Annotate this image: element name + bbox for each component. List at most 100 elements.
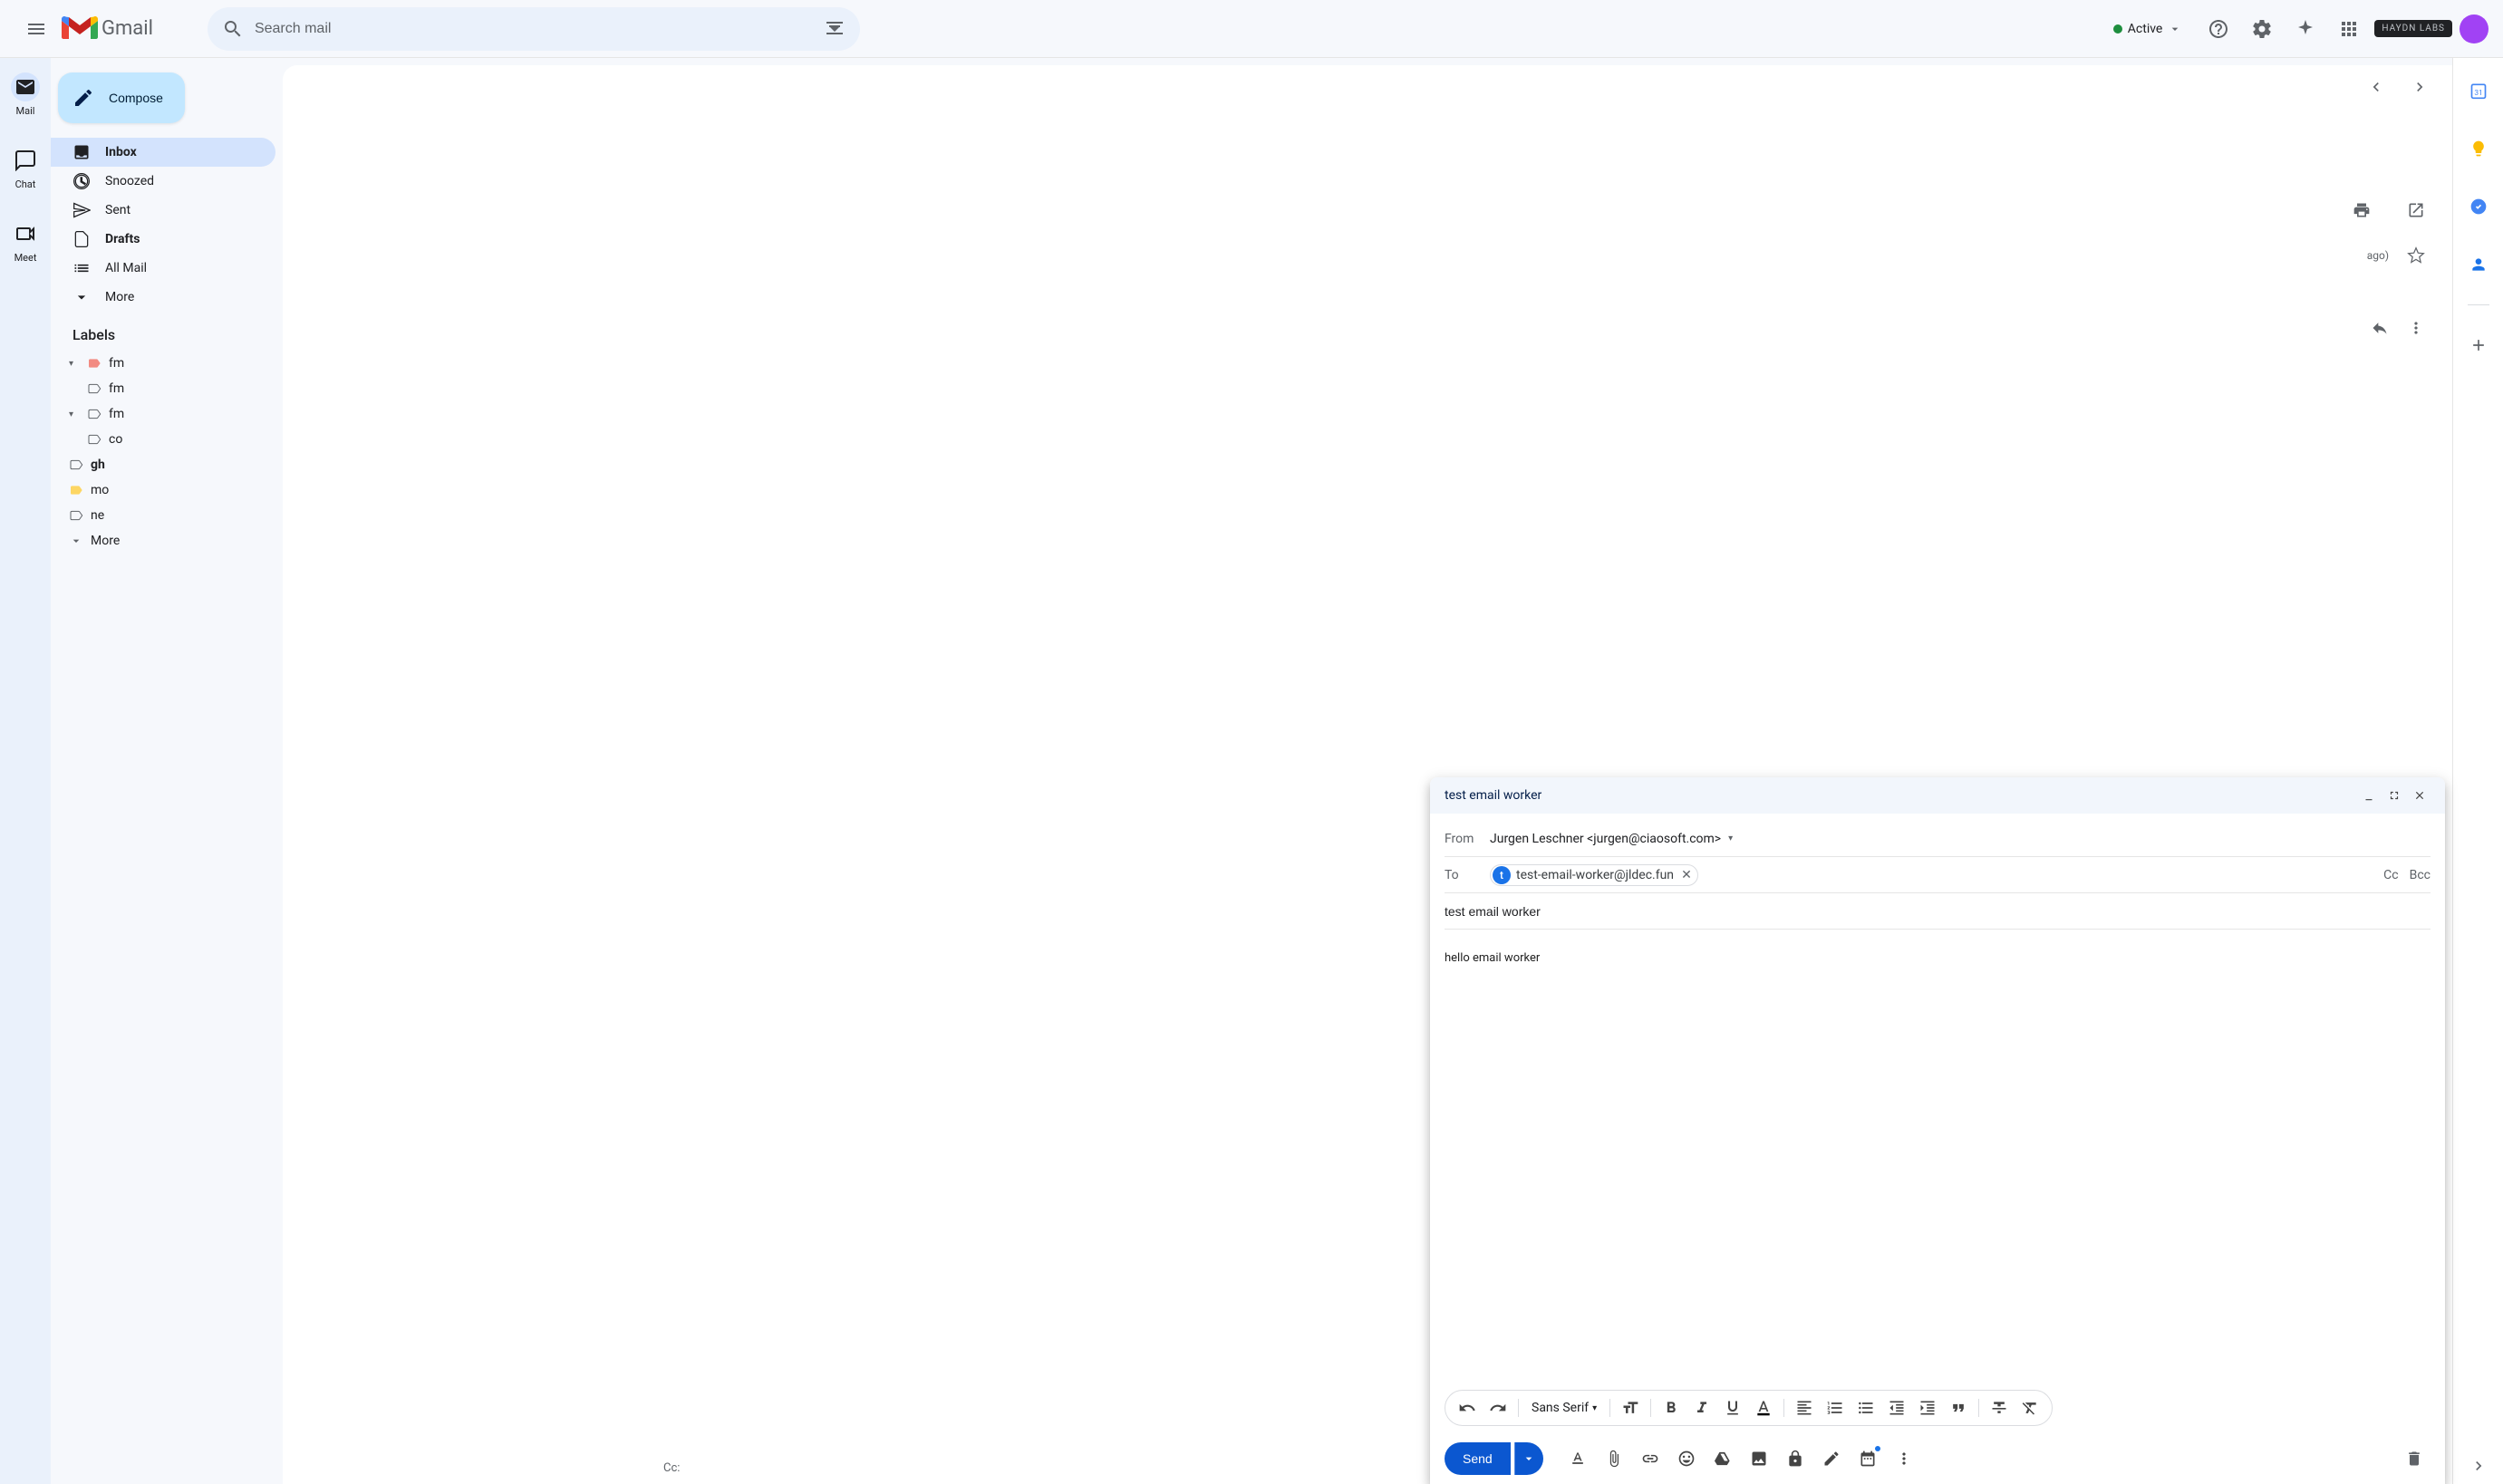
label-tag-icon xyxy=(69,508,83,523)
attach-icon[interactable] xyxy=(1598,1442,1630,1475)
close-icon[interactable] xyxy=(2409,785,2431,806)
undo-icon[interactable] xyxy=(1453,1393,1482,1422)
confidential-icon[interactable] xyxy=(1779,1442,1812,1475)
help-icon[interactable] xyxy=(2200,11,2237,47)
settings-icon[interactable] xyxy=(2244,11,2280,47)
delete-draft-icon[interactable] xyxy=(2398,1442,2431,1475)
strikethrough-icon[interactable] xyxy=(1985,1393,2014,1422)
print-icon[interactable] xyxy=(2344,192,2380,228)
compose-button-label: Compose xyxy=(109,91,163,105)
stack-icon xyxy=(72,259,91,277)
search-options-icon[interactable] xyxy=(824,18,846,40)
send-options-button[interactable] xyxy=(1514,1442,1543,1475)
sparkle-icon[interactable] xyxy=(2287,11,2324,47)
redo-icon[interactable] xyxy=(1483,1393,1512,1422)
label-text: fm xyxy=(109,407,124,421)
contacts-addon-icon[interactable] xyxy=(2460,246,2497,283)
image-icon[interactable] xyxy=(1743,1442,1775,1475)
label-fm-2[interactable]: fm xyxy=(51,376,275,401)
prev-page-icon[interactable] xyxy=(2358,69,2394,105)
open-new-icon[interactable] xyxy=(2398,192,2434,228)
bcc-link[interactable]: Bcc xyxy=(2410,868,2431,882)
sidebar-more[interactable]: More xyxy=(51,283,275,312)
reply-icon[interactable] xyxy=(2371,319,2389,337)
collapse-panel-icon[interactable] xyxy=(2460,1448,2497,1484)
compose-button[interactable]: Compose xyxy=(58,72,185,123)
fullscreen-icon[interactable] xyxy=(2383,785,2405,806)
sidebar-drafts-label: Drafts xyxy=(105,232,140,246)
sidebar-inbox[interactable]: Inbox xyxy=(51,138,275,167)
search-input[interactable] xyxy=(255,21,813,37)
star-icon[interactable] xyxy=(2407,246,2425,265)
labels-more-text: More xyxy=(91,534,120,548)
sidebar-drafts[interactable]: Drafts xyxy=(51,225,275,254)
quote-icon[interactable] xyxy=(1944,1393,1973,1422)
subject-input[interactable] xyxy=(1445,897,2431,926)
underline-icon[interactable] xyxy=(1718,1393,1747,1422)
font-size-icon[interactable] xyxy=(1616,1393,1645,1422)
account-avatar[interactable] xyxy=(2460,14,2489,43)
rail-chat[interactable]: Chat xyxy=(0,139,51,198)
text-color-icon[interactable] xyxy=(1749,1393,1778,1422)
chip-remove-icon[interactable]: ✕ xyxy=(1679,868,1694,882)
bulleted-list-icon[interactable] xyxy=(1851,1393,1880,1422)
haydn-labs-badge: HAYDN LABS xyxy=(2374,20,2452,37)
align-icon[interactable] xyxy=(1790,1393,1819,1422)
compose-body[interactable]: hello email worker xyxy=(1430,937,2445,1390)
status-indicator[interactable]: Active xyxy=(2102,14,2194,43)
unsaved-indicator-icon xyxy=(1875,1446,1880,1451)
link-icon[interactable] xyxy=(1634,1442,1667,1475)
gmail-m-icon xyxy=(62,15,98,43)
rail-meet[interactable]: Meet xyxy=(0,212,51,271)
calendar-addon-icon[interactable]: 31 xyxy=(2460,72,2497,109)
indent-less-icon[interactable] xyxy=(1882,1393,1911,1422)
font-family-select[interactable]: Sans Serif ▾ xyxy=(1524,1401,1604,1415)
bold-icon[interactable] xyxy=(1657,1393,1686,1422)
clear-format-icon[interactable] xyxy=(2015,1393,2044,1422)
emoji-icon[interactable] xyxy=(1670,1442,1703,1475)
rail-mail-label: Mail xyxy=(16,105,35,117)
labels-header: Labels xyxy=(51,312,283,351)
rail-mail[interactable]: Mail xyxy=(0,65,51,124)
label-co[interactable]: co xyxy=(51,427,275,452)
apps-icon[interactable] xyxy=(2331,11,2367,47)
hamburger-menu-icon[interactable] xyxy=(14,7,58,51)
more-options-icon[interactable] xyxy=(1888,1442,1920,1475)
drive-icon[interactable] xyxy=(1706,1442,1739,1475)
label-mo[interactable]: mo xyxy=(51,477,275,503)
label-text: mo xyxy=(91,483,109,497)
label-fm-3[interactable]: ▾ fm xyxy=(51,401,275,427)
label-text: fm xyxy=(109,356,124,371)
label-tag-icon xyxy=(87,407,101,421)
status-text: Active xyxy=(2128,22,2163,36)
sidebar-snoozed[interactable]: Snoozed xyxy=(51,167,275,196)
sidebar-allmail[interactable]: All Mail xyxy=(51,254,275,283)
keep-addon-icon[interactable] xyxy=(2460,130,2497,167)
recipient-chip[interactable]: t test-email-worker@jldec.fun ✕ xyxy=(1490,864,1698,886)
italic-icon[interactable] xyxy=(1687,1393,1716,1422)
numbered-list-icon[interactable] xyxy=(1821,1393,1850,1422)
text-format-toggle-icon[interactable] xyxy=(1561,1442,1594,1475)
search-icon xyxy=(222,18,244,40)
sidebar-sent[interactable]: Sent xyxy=(51,196,275,225)
from-value[interactable]: Jurgen Leschner <jurgen@ciaosoft.com> ▾ xyxy=(1490,832,2431,846)
label-fm-1[interactable]: ▾ fm xyxy=(51,351,275,376)
label-ne[interactable]: ne xyxy=(51,503,275,528)
send-button[interactable]: Send xyxy=(1445,1442,1511,1475)
cc-link[interactable]: Cc xyxy=(2383,868,2398,882)
time-ago-text: ago) xyxy=(2367,249,2389,262)
indent-more-icon[interactable] xyxy=(1913,1393,1942,1422)
label-gh[interactable]: gh xyxy=(51,452,275,477)
tasks-addon-icon[interactable] xyxy=(2460,188,2497,225)
add-addon-icon[interactable] xyxy=(2460,327,2497,363)
gmail-logo[interactable]: Gmail xyxy=(62,15,153,43)
labels-more[interactable]: More xyxy=(51,528,275,554)
more-vert-icon[interactable] xyxy=(2407,319,2425,337)
minimize-icon[interactable] xyxy=(2358,785,2380,806)
signature-icon[interactable] xyxy=(1815,1442,1848,1475)
next-page-icon[interactable] xyxy=(2402,69,2438,105)
search-bar[interactable] xyxy=(208,7,860,51)
send-icon xyxy=(72,201,91,219)
sidebar-sent-label: Sent xyxy=(105,203,130,217)
to-field[interactable]: t test-email-worker@jldec.fun ✕ xyxy=(1490,864,2383,886)
